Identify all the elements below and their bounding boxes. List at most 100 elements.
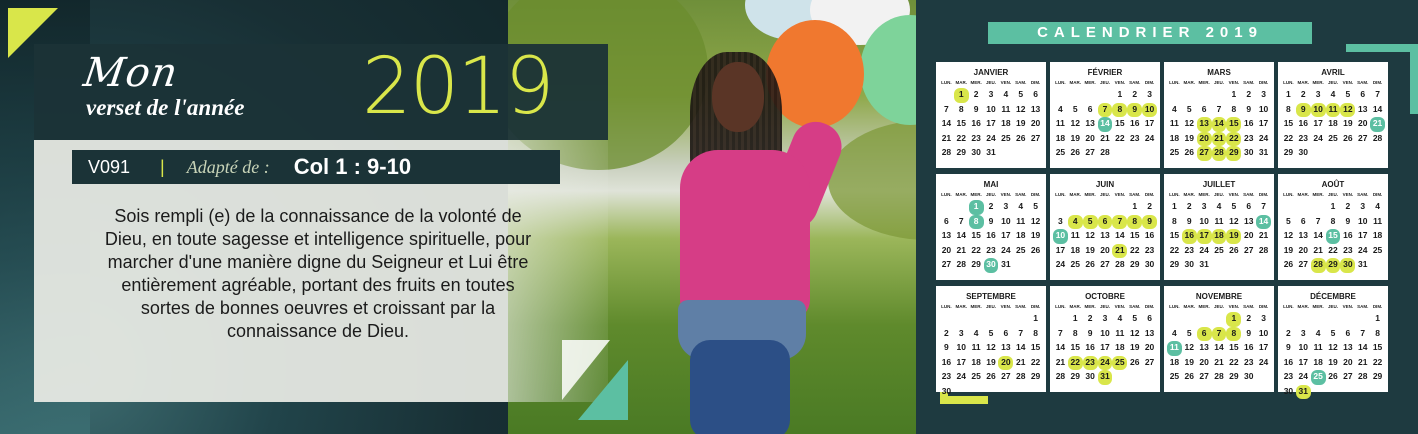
day-cell: 21	[1100, 132, 1110, 143]
day-cell: 10	[1100, 327, 1110, 338]
weekday-label: MER.	[970, 192, 982, 197]
day-cell: 30	[1283, 385, 1294, 396]
day-cell: 25	[1214, 244, 1224, 255]
day-cell: 7	[1216, 103, 1222, 114]
day-cell: 17	[1100, 342, 1110, 352]
weekday-label: SAM.	[1129, 304, 1141, 309]
day-cell: 11	[1016, 215, 1026, 226]
day-cell: 9	[1295, 102, 1311, 117]
day-cell: 12	[1070, 118, 1080, 128]
day-cell: 16	[971, 118, 981, 128]
day-cell: 24	[986, 132, 996, 143]
day-cell: 19	[1226, 229, 1242, 244]
weekday-label: VEN.	[1228, 192, 1240, 197]
weekday-label: MER.	[1084, 80, 1096, 85]
weekday-header: LUN. MAR. MER. JEU. VEN. SAM. DIM.	[939, 79, 1043, 87]
day-cell: 19	[1343, 118, 1353, 128]
day-cell: 8	[1330, 215, 1336, 226]
empty-day	[1013, 312, 1028, 327]
weekday-label: SAM.	[1015, 192, 1027, 197]
day-cell: 13	[1199, 342, 1209, 352]
day-cell: 10	[1258, 327, 1269, 338]
day-cell: 6	[1033, 89, 1038, 99]
day-cell: 3	[1360, 201, 1366, 211]
day-cell: 30	[1298, 147, 1308, 157]
day-cell: 30	[1144, 259, 1155, 269]
day-cell: 27	[1298, 259, 1308, 269]
empty-day	[1197, 312, 1212, 327]
day-cell: 8	[1033, 327, 1038, 338]
day-cell: 20	[1243, 230, 1254, 240]
weekday-label: LUN.	[1283, 80, 1294, 85]
day-cell: 2	[1246, 89, 1252, 99]
day-cell: 8	[1127, 214, 1143, 229]
weekday-label: DIM.	[1144, 80, 1155, 85]
weekday-header: LUN. MAR. MER. JEU. VEN. SAM. DIM.	[939, 303, 1043, 311]
day-cell: 19	[986, 356, 996, 367]
day-cell: 7	[944, 103, 949, 114]
verse-line: marcher d'une manière digne du Seigneur …	[107, 252, 529, 272]
day-cell: 7	[1112, 214, 1128, 229]
day-cell: 3	[988, 89, 994, 99]
day-cell: 5	[1132, 313, 1138, 323]
day-cell: 12	[1184, 118, 1194, 128]
day-cell: 2	[1087, 313, 1093, 323]
day-cell: 12	[1283, 230, 1294, 240]
day-cell: 22	[1328, 244, 1338, 255]
day-grid: 1 2 3 4 5 6 7 8 9 10 11 12 13 14 15 16 17 18 19 20 21 22 23 24 2…	[1053, 312, 1157, 385]
day-cell: 23	[1283, 371, 1294, 381]
day-cell: 28	[1372, 132, 1383, 143]
weekday-label: SAM.	[1243, 304, 1255, 309]
weekday-label: MAR.	[955, 304, 968, 309]
day-cell: 26	[1328, 371, 1338, 381]
day-cell: 29	[956, 147, 966, 157]
day-cell: 8	[1375, 327, 1380, 338]
day-cell: 23	[1082, 355, 1098, 370]
empty-day	[954, 312, 969, 327]
day-cell: 2	[1345, 201, 1351, 211]
month-block: MARS LUN. MAR. MER. JEU. VEN. SAM. DIM. 1 2 3 4 5 6 7 8…	[1164, 62, 1274, 168]
weekday-label: LUN.	[1055, 304, 1066, 309]
day-cell: 12	[1030, 215, 1041, 226]
day-cell: 17	[1357, 230, 1368, 240]
day-cell: 21	[941, 132, 952, 143]
day-cell: 22	[1115, 132, 1125, 143]
title-mon: Mon	[80, 50, 182, 96]
day-cell: 13	[1100, 230, 1110, 240]
weekday-label: DIM.	[1372, 80, 1383, 85]
month-name: JUIN	[1095, 180, 1115, 189]
day-cell: 2	[973, 89, 979, 99]
day-cell: 19	[1184, 132, 1194, 143]
day-cell: 22	[971, 244, 981, 255]
day-cell: 20	[1199, 356, 1209, 367]
weekday-label: LUN.	[941, 192, 952, 197]
empty-day	[1311, 200, 1326, 215]
day-grid: 1 2 3 4 5 6 7 8 9 10 11 12 13 14 15 16 17 18 19 20 21 22 23 24 2…	[1167, 88, 1271, 161]
empty-day	[998, 312, 1013, 327]
day-cell: 1	[968, 200, 984, 215]
day-cell: 25	[1055, 147, 1066, 157]
day-cell: 26	[1085, 259, 1095, 269]
day-cell: 1	[1226, 312, 1242, 327]
day-cell: 29	[1226, 146, 1242, 161]
day-cell: 14	[956, 230, 966, 240]
day-cell: 28	[956, 259, 966, 269]
day-cell: 31	[1097, 370, 1113, 385]
weekday-label: LUN.	[1283, 304, 1294, 309]
day-cell: 14	[1097, 117, 1113, 132]
day-cell: 8	[1286, 103, 1291, 114]
day-cell: 12	[1184, 342, 1194, 352]
empty-day	[1340, 312, 1355, 327]
day-cell: 25	[1328, 132, 1338, 143]
verse-line: Sois rempli (e) de la connaissance de la…	[114, 206, 522, 226]
weekday-label: MER.	[1312, 192, 1324, 197]
month-name: SEPTEMBRE	[966, 292, 1016, 301]
weekday-label: JEU.	[1327, 80, 1338, 85]
empty-day	[1212, 312, 1227, 327]
day-cell: 18	[1169, 132, 1180, 143]
day-cell: 13	[1085, 118, 1095, 128]
day-grid: 1 2 3 4 5 6 7 8 9 10 11 12 13 14 15 16 17 18 19 20 21 22 23 24 2…	[1281, 312, 1385, 399]
month-name: AOÛT	[1321, 180, 1345, 189]
weekday-label: SAM.	[1015, 80, 1027, 85]
day-cell: 16	[1181, 229, 1197, 244]
